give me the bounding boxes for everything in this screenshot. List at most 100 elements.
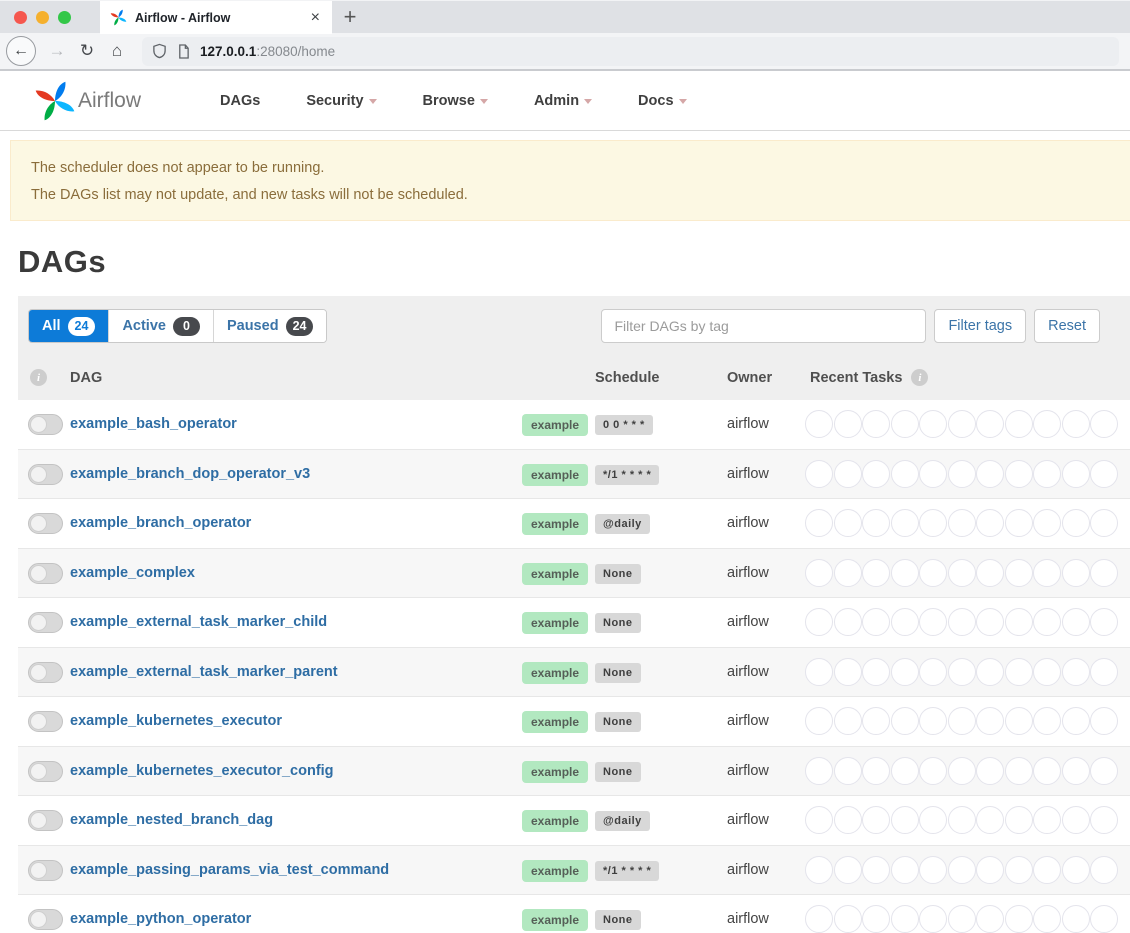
toggle-knob: [30, 664, 47, 681]
task-status-circle: [1005, 905, 1033, 933]
shield-icon[interactable]: [152, 43, 167, 59]
task-status-circle: [834, 757, 862, 785]
dag-pause-toggle[interactable]: [28, 810, 63, 831]
filter-tags-button[interactable]: Filter tags: [934, 309, 1026, 343]
schedule-badge[interactable]: @daily: [595, 811, 650, 831]
task-status-circle: [976, 460, 1004, 488]
dag-tag-badge[interactable]: example: [522, 464, 588, 486]
schedule-badge[interactable]: 0 0 * * *: [595, 415, 653, 435]
minimize-window-button[interactable]: [36, 11, 49, 24]
url-bar[interactable]: 127.0.0.1:28080/home: [142, 37, 1119, 66]
tag-filter-input[interactable]: [601, 309, 926, 343]
schedule-badge[interactable]: None: [595, 613, 641, 633]
dag-tag-badge[interactable]: example: [522, 414, 588, 436]
back-button[interactable]: ←: [6, 36, 36, 66]
dag-link[interactable]: example_branch_dop_operator_v3: [70, 466, 310, 482]
task-status-circle: [1033, 856, 1061, 884]
home-button[interactable]: ⌂: [102, 36, 132, 66]
dag-pause-toggle[interactable]: [28, 612, 63, 633]
dag-link[interactable]: example_nested_branch_dag: [70, 812, 273, 828]
dag-link[interactable]: example_passing_params_via_test_command: [70, 862, 389, 878]
dag-link[interactable]: example_kubernetes_executor_config: [70, 763, 334, 779]
dag-tag-badge[interactable]: example: [522, 612, 588, 634]
table-row: example_python_operator example None air…: [18, 895, 1130, 933]
dag-tag-badge[interactable]: example: [522, 563, 588, 585]
dag-pause-toggle[interactable]: [28, 909, 63, 930]
dag-pause-toggle[interactable]: [28, 464, 63, 485]
dag-link[interactable]: example_complex: [70, 565, 195, 581]
task-status-circle: [1062, 509, 1090, 537]
dag-tag-badge[interactable]: example: [522, 662, 588, 684]
dag-link[interactable]: example_bash_operator: [70, 416, 237, 432]
new-tab-button[interactable]: +: [336, 3, 364, 31]
dag-tag-badge[interactable]: example: [522, 513, 588, 535]
tab-close-icon[interactable]: ×: [309, 10, 322, 26]
task-status-circle: [834, 410, 862, 438]
browser-tab[interactable]: Airflow - Airflow ×: [100, 1, 332, 34]
task-status-circle: [805, 608, 833, 636]
column-header-schedule: Schedule: [595, 370, 659, 386]
forward-button[interactable]: →: [42, 36, 72, 66]
dag-link[interactable]: example_external_task_marker_parent: [70, 664, 338, 680]
task-status-circle: [948, 410, 976, 438]
close-window-button[interactable]: [14, 11, 27, 24]
dag-tag-badge[interactable]: example: [522, 810, 588, 832]
task-status-circle: [948, 608, 976, 636]
task-status-circle: [1062, 806, 1090, 834]
page-info-icon[interactable]: [177, 44, 190, 59]
dag-link[interactable]: example_branch_operator: [70, 515, 251, 531]
dag-link[interactable]: example_python_operator: [70, 911, 251, 927]
reset-button[interactable]: Reset: [1034, 309, 1100, 343]
dag-tag-badge[interactable]: example: [522, 761, 588, 783]
main-navigation: DAGs Security Browse Admin Docs: [197, 93, 710, 109]
toggle-knob: [30, 614, 47, 631]
dag-pause-toggle[interactable]: [28, 711, 63, 732]
info-icon[interactable]: i: [911, 369, 928, 386]
dag-pause-toggle[interactable]: [28, 860, 63, 881]
task-status-circle: [805, 559, 833, 587]
nav-item-docs[interactable]: Docs: [615, 93, 709, 109]
tab-active[interactable]: Active 0: [109, 310, 214, 342]
table-row: example_bash_operator example 0 0 * * * …: [18, 400, 1130, 450]
dag-link[interactable]: example_external_task_marker_child: [70, 614, 327, 630]
nav-item-security[interactable]: Security: [283, 93, 399, 109]
dag-pause-toggle[interactable]: [28, 563, 63, 584]
nav-item-browse[interactable]: Browse: [400, 93, 511, 109]
toggle-knob: [30, 416, 47, 433]
task-status-circle: [1033, 658, 1061, 686]
dag-pause-toggle[interactable]: [28, 513, 63, 534]
task-status-circle: [919, 410, 947, 438]
schedule-badge[interactable]: None: [595, 910, 641, 930]
info-icon[interactable]: i: [30, 369, 47, 386]
recent-tasks-cells: [805, 410, 1119, 438]
schedule-badge[interactable]: */1 * * * *: [595, 861, 659, 881]
task-status-circle: [1062, 410, 1090, 438]
schedule-badge[interactable]: @daily: [595, 514, 650, 534]
schedule-badge[interactable]: */1 * * * *: [595, 465, 659, 485]
task-status-circle: [1033, 806, 1061, 834]
dag-tag-badge[interactable]: example: [522, 909, 588, 931]
owner-cell: airflow: [727, 565, 769, 581]
task-status-circle: [834, 707, 862, 735]
dag-tag-badge[interactable]: example: [522, 711, 588, 733]
task-status-circle: [948, 757, 976, 785]
column-header-recent-tasks: Recent Tasks i: [810, 369, 928, 386]
tab-all[interactable]: All 24: [29, 310, 109, 342]
reload-button[interactable]: ↻: [72, 36, 102, 66]
dag-tag-badge[interactable]: example: [522, 860, 588, 882]
maximize-window-button[interactable]: [58, 11, 71, 24]
schedule-badge[interactable]: None: [595, 663, 641, 683]
dag-pause-toggle[interactable]: [28, 414, 63, 435]
nav-item-dags[interactable]: DAGs: [197, 93, 283, 109]
schedule-badge[interactable]: None: [595, 712, 641, 732]
schedule-badge[interactable]: None: [595, 564, 641, 584]
tab-paused[interactable]: Paused 24: [214, 310, 327, 342]
airflow-brand[interactable]: Airflow: [34, 80, 141, 122]
dag-pause-toggle[interactable]: [28, 662, 63, 683]
schedule-badge[interactable]: None: [595, 762, 641, 782]
nav-item-admin[interactable]: Admin: [511, 93, 615, 109]
task-status-circle: [948, 905, 976, 933]
dag-link[interactable]: example_kubernetes_executor: [70, 713, 282, 729]
task-status-circle: [834, 460, 862, 488]
dag-pause-toggle[interactable]: [28, 761, 63, 782]
